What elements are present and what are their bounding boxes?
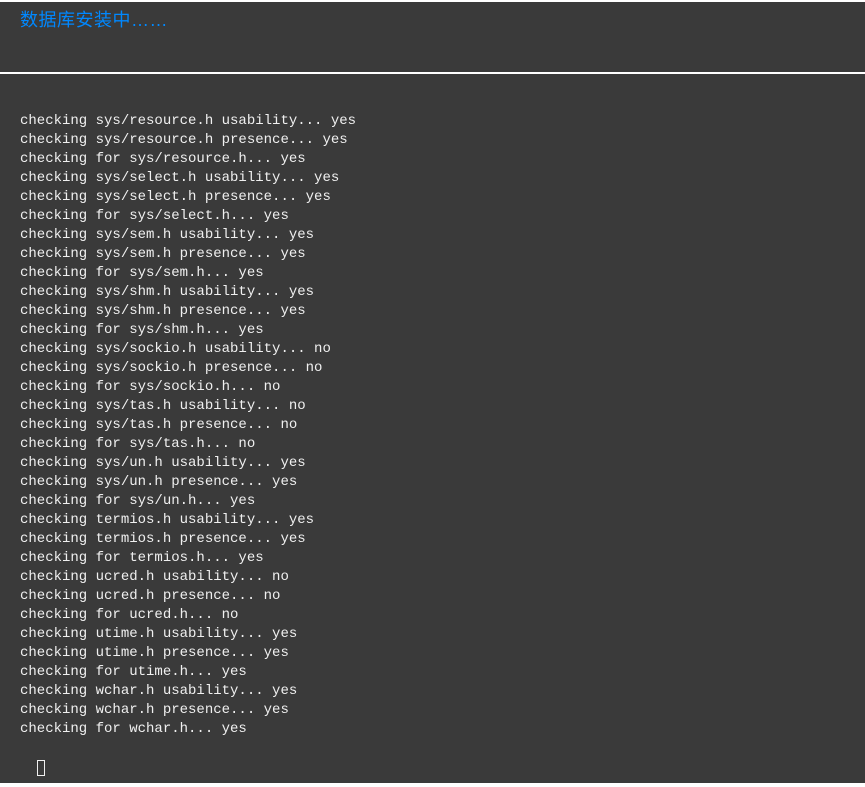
log-line: checking for wchar.h... yes	[20, 720, 865, 739]
install-log: checking sys/resource.h usability... yes…	[0, 74, 865, 783]
log-line: checking for sys/resource.h... yes	[20, 150, 865, 169]
log-line: checking ucred.h presence... no	[20, 587, 865, 606]
log-line: checking for sys/tas.h... no	[20, 435, 865, 454]
log-line: checking utime.h usability... yes	[20, 625, 865, 644]
header-panel: 数据库安装中……	[0, 2, 865, 72]
log-line: checking wchar.h presence... yes	[20, 701, 865, 720]
log-line: checking sys/resource.h presence... yes	[20, 131, 865, 150]
log-line: checking sys/un.h presence... yes	[20, 473, 865, 492]
log-line: checking for ucred.h... no	[20, 606, 865, 625]
log-line: checking for sys/sem.h... yes	[20, 264, 865, 283]
log-line: checking termios.h usability... yes	[20, 511, 865, 530]
outer-border: 数据库安装中……	[0, 0, 865, 74]
log-line: checking sys/shm.h usability... yes	[20, 283, 865, 302]
log-line: checking for sys/un.h... yes	[20, 492, 865, 511]
log-line: checking wchar.h usability... yes	[20, 682, 865, 701]
log-line: checking sys/select.h usability... yes	[20, 169, 865, 188]
log-line: checking for utime.h... yes	[20, 663, 865, 682]
log-line: checking sys/resource.h usability... yes	[20, 112, 865, 131]
log-line: checking for sys/select.h... yes	[20, 207, 865, 226]
log-line: checking utime.h presence... yes	[20, 644, 865, 663]
page-title: 数据库安装中……	[20, 10, 168, 30]
log-line: checking sys/sockio.h usability... no	[20, 340, 865, 359]
bottom-border	[0, 783, 865, 787]
log-line: checking sys/sem.h presence... yes	[20, 245, 865, 264]
log-line: checking sys/shm.h presence... yes	[20, 302, 865, 321]
log-line: checking sys/sem.h usability... yes	[20, 226, 865, 245]
log-line: checking sys/tas.h presence... no	[20, 416, 865, 435]
log-line: checking for sys/shm.h... yes	[20, 321, 865, 340]
log-line: checking ucred.h usability... no	[20, 568, 865, 587]
log-line: checking sys/sockio.h presence... no	[20, 359, 865, 378]
terminal-cursor	[37, 760, 45, 776]
log-line: checking sys/tas.h usability... no	[20, 397, 865, 416]
log-line: checking sys/select.h presence... yes	[20, 188, 865, 207]
log-line: checking for termios.h... yes	[20, 549, 865, 568]
log-line: checking termios.h presence... yes	[20, 530, 865, 549]
log-line: checking for sys/sockio.h... no	[20, 378, 865, 397]
log-line: checking sys/un.h usability... yes	[20, 454, 865, 473]
